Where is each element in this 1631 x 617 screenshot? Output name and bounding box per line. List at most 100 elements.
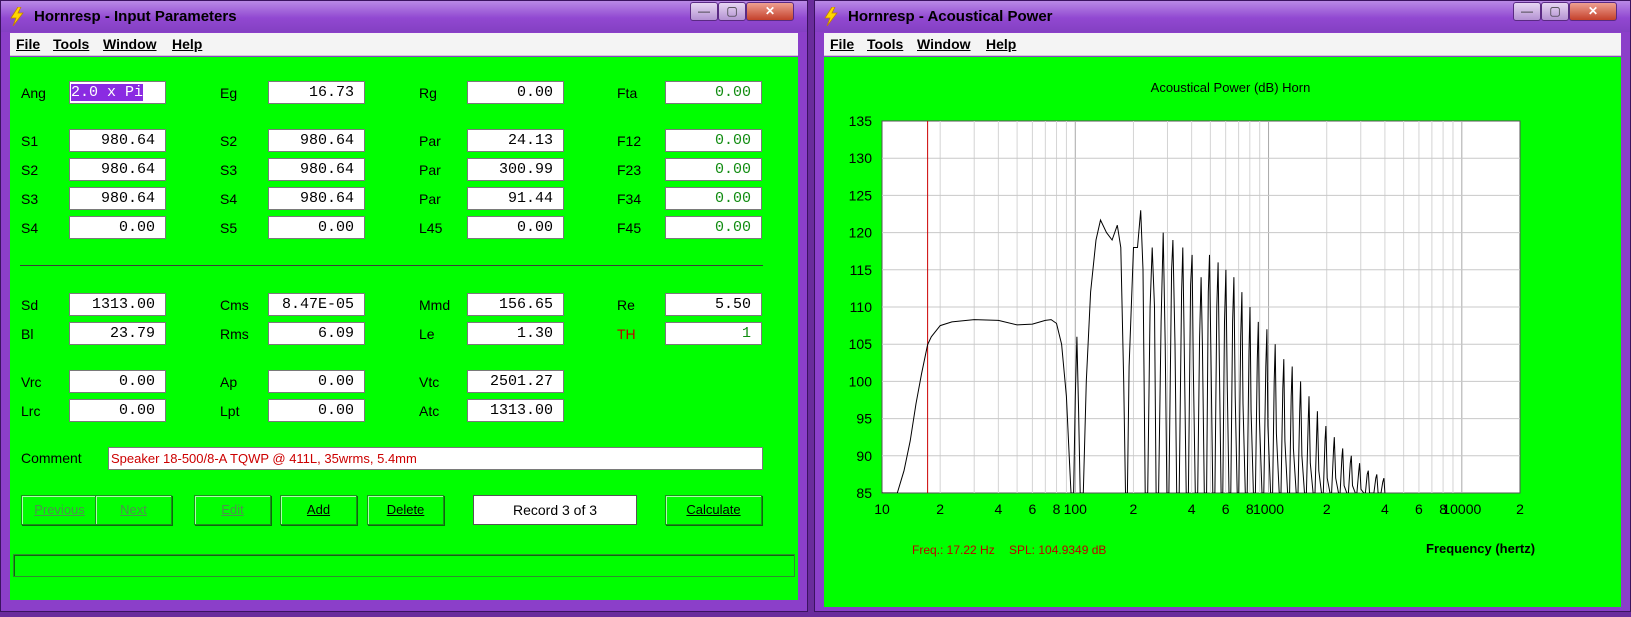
left-title-bar[interactable]: Hornresp - Input Parameters — ▢ ✕: [1, 1, 807, 32]
param-field-s4[interactable]: 980.64: [268, 187, 365, 210]
param-label-rms: Rms: [220, 326, 249, 342]
menu-file-label: File: [830, 36, 855, 52]
left-menu-bar: File Tools Window Help: [10, 33, 798, 56]
param-field-s3[interactable]: 980.64: [69, 187, 166, 210]
param-label-lrc: Lrc: [21, 403, 41, 419]
param-label-f12: F12: [617, 133, 642, 149]
next-button[interactable]: Next: [95, 495, 172, 525]
param-label-bl: Bl: [21, 326, 34, 342]
y-tick-label: 85: [856, 485, 872, 501]
x-tick-label: 8: [1053, 501, 1061, 517]
param-label-cms: Cms: [220, 297, 249, 313]
menu-help[interactable]: Help: [172, 36, 202, 52]
menu-file[interactable]: File: [830, 36, 854, 52]
param-field-f45[interactable]: 0.00: [665, 216, 762, 239]
param-label-re: Re: [617, 297, 635, 313]
comment-field[interactable]: Speaker 18-500/8-A TQWP @ 411L, 35wrms, …: [108, 447, 763, 470]
y-tick-label: 105: [849, 336, 873, 352]
menu-tools[interactable]: Tools: [867, 36, 903, 52]
param-field-f12[interactable]: 0.00: [665, 129, 762, 152]
delete-button[interactable]: Delete: [367, 495, 444, 525]
menu-tools[interactable]: Tools: [53, 36, 89, 52]
section-divider: [20, 265, 763, 266]
param-field-th[interactable]: 1: [665, 322, 762, 345]
param-field-lrc[interactable]: 0.00: [69, 399, 166, 422]
param-field-atc[interactable]: 1313.00: [467, 399, 564, 422]
edit-button[interactable]: Edit: [194, 495, 271, 525]
minimize-button[interactable]: —: [690, 2, 718, 21]
param-label-s5: S5: [220, 220, 238, 236]
calculate-button[interactable]: Calculate: [665, 495, 762, 525]
right-title-bar[interactable]: Hornresp - Acoustical Power — ▢ ✕: [815, 1, 1630, 32]
menu-window[interactable]: Window: [103, 36, 157, 52]
x-tick-label: 4: [1188, 501, 1196, 517]
menu-window[interactable]: Window: [917, 36, 971, 52]
left-window-title: Hornresp - Input Parameters: [34, 8, 237, 25]
param-field-f23[interactable]: 0.00: [665, 158, 762, 181]
menu-window-label: Window: [103, 36, 157, 52]
previous-button[interactable]: Previous: [21, 495, 98, 525]
param-field-mmd[interactable]: 156.65: [467, 293, 564, 316]
minimize-button[interactable]: —: [1513, 2, 1541, 21]
param-field-s2[interactable]: 980.64: [268, 129, 365, 152]
param-field-s3[interactable]: 980.64: [268, 158, 365, 181]
param-field-rg[interactable]: 0.00: [467, 81, 564, 104]
menu-tools-label: Tools: [867, 36, 904, 52]
param-field-rms[interactable]: 6.09: [268, 322, 365, 345]
param-label-th: TH: [617, 326, 636, 342]
param-label-s2: S2: [220, 133, 238, 149]
param-field-re[interactable]: 5.50: [665, 293, 762, 316]
param-field-ang[interactable]: 2.0 x Pi: [69, 81, 166, 104]
param-field-lpt[interactable]: 0.00: [268, 399, 365, 422]
param-field-s4[interactable]: 0.00: [69, 216, 166, 239]
param-field-par[interactable]: 24.13: [467, 129, 564, 152]
param-field-sd[interactable]: 1313.00: [69, 293, 166, 316]
hornresp-app-icon: [10, 7, 24, 26]
param-field-vtc[interactable]: 2501.27: [467, 370, 564, 393]
acoustical-power-panel: Acoustical Power (dB) Horn 85 90 95 100 105 1…: [824, 57, 1621, 607]
param-field-ap[interactable]: 0.00: [268, 370, 365, 393]
x-tick-label: 2: [936, 501, 944, 517]
acoustical-power-window: Hornresp - Acoustical Power — ▢ ✕ File T…: [814, 0, 1631, 612]
param-field-par[interactable]: 91.44: [467, 187, 564, 210]
acoustical-power-chart[interactable]: 85909510010511011512012513013510 2 4 6 8 100 2…: [824, 57, 1623, 537]
spl-readout: SPL: 104.9349 dB: [1009, 543, 1107, 557]
y-tick-label: 115: [850, 262, 873, 278]
y-tick-label: 95: [856, 411, 872, 427]
record-indicator: Record 3 of 3: [473, 495, 637, 525]
menu-file-label: File: [16, 36, 41, 52]
comment-label: Comment: [21, 450, 82, 466]
param-label-ap: Ap: [220, 374, 238, 390]
menu-help[interactable]: Help: [986, 36, 1016, 52]
param-field-fta[interactable]: 0.00: [665, 81, 762, 104]
frequency-readout: Freq.: 17.22 Hz: [912, 543, 995, 557]
param-label-f23: F23: [617, 162, 642, 178]
param-field-par[interactable]: 300.99: [467, 158, 564, 181]
param-field-f34[interactable]: 0.00: [665, 187, 762, 210]
param-label-rg: Rg: [419, 85, 437, 101]
right-menu-bar: File Tools Window Help: [824, 33, 1621, 56]
param-field-cms[interactable]: 8.47E-05: [268, 293, 365, 316]
param-label-f45: F45: [617, 220, 642, 236]
param-label-par: Par: [419, 162, 441, 178]
close-button[interactable]: ✕: [1569, 2, 1617, 21]
maximize-button[interactable]: ▢: [718, 2, 746, 21]
param-label-atc: Atc: [419, 403, 440, 419]
status-bar: [13, 554, 795, 577]
param-field-bl[interactable]: 23.79: [69, 322, 166, 345]
y-tick-label: 135: [849, 113, 873, 129]
maximize-button[interactable]: ▢: [1541, 2, 1569, 21]
param-field-eg[interactable]: 16.73: [268, 81, 365, 104]
x-tick-label: 1000: [1253, 501, 1284, 517]
param-field-s2[interactable]: 980.64: [69, 158, 166, 181]
param-field-vrc[interactable]: 0.00: [69, 370, 166, 393]
param-field-le[interactable]: 1.30: [467, 322, 564, 345]
param-field-l45[interactable]: 0.00: [467, 216, 564, 239]
x-tick-label: 6: [1415, 501, 1423, 517]
menu-file[interactable]: File: [16, 36, 40, 52]
param-field-s5[interactable]: 0.00: [268, 216, 365, 239]
param-field-s1[interactable]: 980.64: [69, 129, 166, 152]
close-button[interactable]: ✕: [746, 2, 794, 21]
add-button[interactable]: Add: [280, 495, 357, 525]
selected-text: 2.0 x Pi: [71, 84, 144, 101]
